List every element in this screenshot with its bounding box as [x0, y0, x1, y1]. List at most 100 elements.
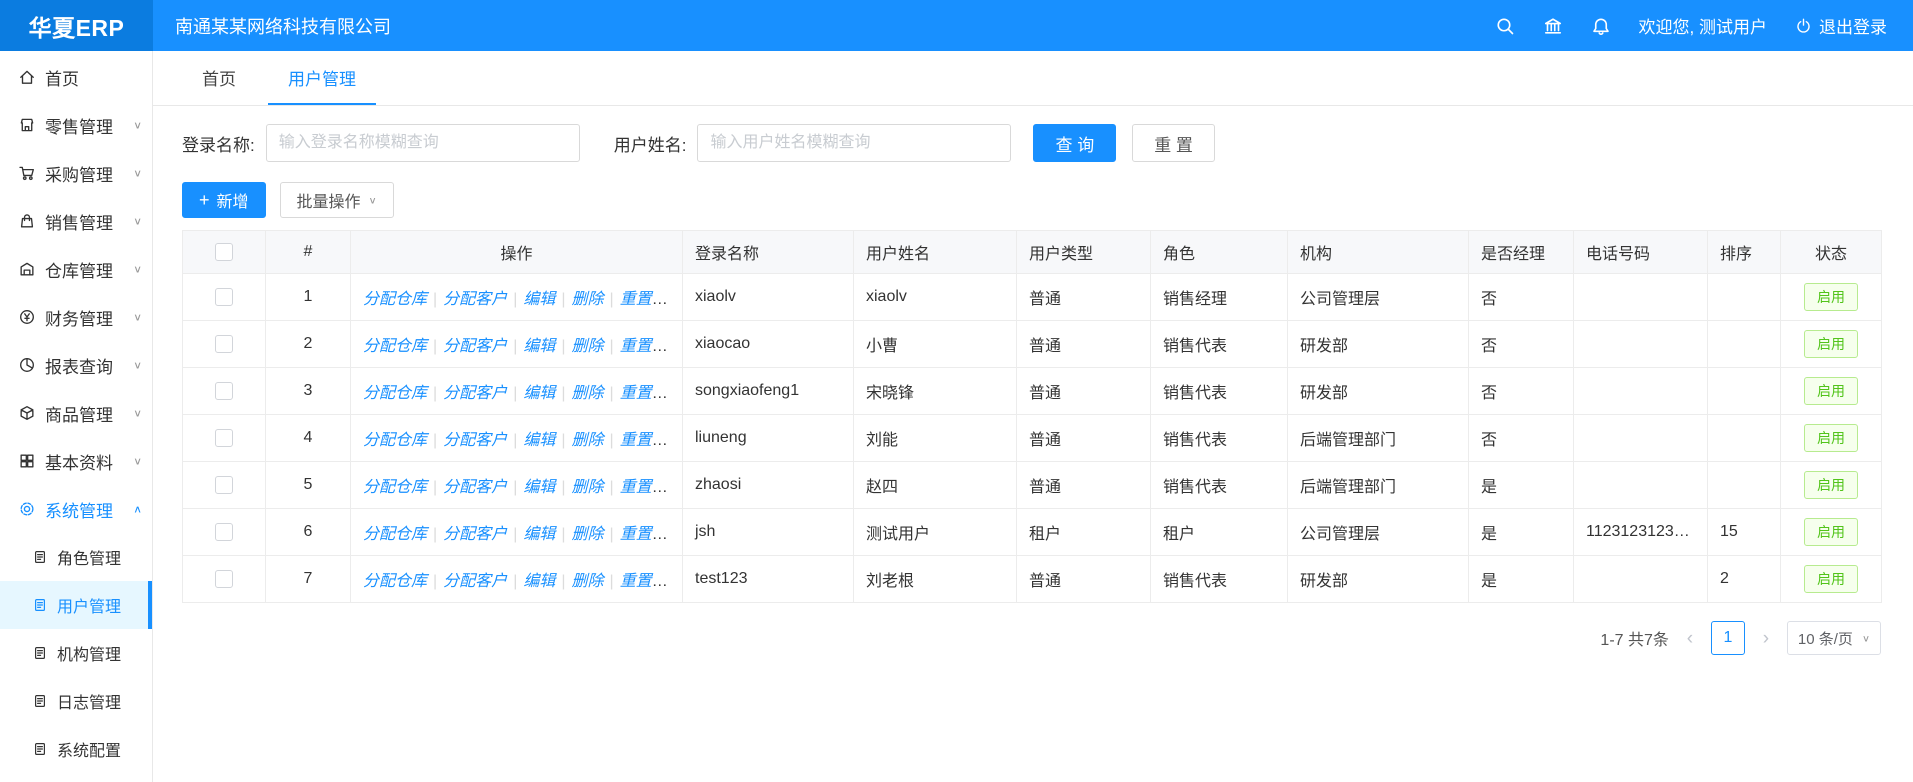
- edit-link[interactable]: 编辑: [523, 432, 555, 449]
- status-badge[interactable]: 启用: [1804, 424, 1858, 452]
- select-all-checkbox[interactable]: [215, 243, 233, 261]
- row-checkbox[interactable]: [215, 523, 233, 541]
- reset-button[interactable]: 重 置: [1132, 124, 1215, 162]
- reset-password-link[interactable]: 重置密码: [620, 573, 683, 590]
- user-name-input[interactable]: [697, 124, 1011, 162]
- page-size-select[interactable]: 10 条/页 ∨: [1787, 621, 1881, 655]
- warehouse-icon: [18, 260, 36, 278]
- add-button[interactable]: + 新增: [182, 182, 266, 218]
- sidebar-item-label: 零售管理: [45, 113, 113, 138]
- sales-icon: [18, 212, 36, 230]
- cell-role: 租户: [1151, 509, 1288, 556]
- assign-customer-link[interactable]: 分配客户: [443, 526, 507, 543]
- assign-warehouse-link[interactable]: 分配仓库: [363, 291, 427, 308]
- sidebar-item-purchase[interactable]: 采购管理∨: [0, 149, 152, 197]
- status-badge[interactable]: 启用: [1804, 518, 1858, 546]
- logout-button[interactable]: 退出登录: [1795, 13, 1887, 38]
- status-badge[interactable]: 启用: [1804, 471, 1858, 499]
- current-page-button[interactable]: 1: [1711, 621, 1745, 655]
- reset-password-link[interactable]: 重置密码: [620, 479, 683, 496]
- reset-password-link[interactable]: 重置密码: [620, 526, 683, 543]
- sidebar-item-warehouse[interactable]: 仓库管理∨: [0, 245, 152, 293]
- sidebar-item-sales[interactable]: 销售管理∨: [0, 197, 152, 245]
- delete-link[interactable]: 删除: [572, 338, 604, 355]
- assign-warehouse-link[interactable]: 分配仓库: [363, 385, 427, 402]
- status-badge[interactable]: 启用: [1804, 565, 1858, 593]
- edit-link[interactable]: 编辑: [523, 479, 555, 496]
- delete-link[interactable]: 删除: [572, 385, 604, 402]
- assign-customer-link[interactable]: 分配客户: [443, 479, 507, 496]
- prev-page-button[interactable]: ‹: [1679, 629, 1701, 648]
- reset-password-link[interactable]: 重置密码: [620, 385, 683, 402]
- assign-customer-link[interactable]: 分配客户: [443, 432, 507, 449]
- tab-user-management[interactable]: 用户管理: [268, 51, 376, 105]
- row-checkbox[interactable]: [215, 382, 233, 400]
- search-icon[interactable]: [1495, 16, 1515, 36]
- assign-warehouse-link[interactable]: 分配仓库: [363, 432, 427, 449]
- organization-icon[interactable]: [1543, 16, 1563, 36]
- app-logo[interactable]: 华夏ERP: [0, 0, 153, 51]
- edit-link[interactable]: 编辑: [523, 573, 555, 590]
- sidebar-item-system[interactable]: 系统管理∧: [0, 485, 152, 533]
- assign-warehouse-link[interactable]: 分配仓库: [363, 573, 427, 590]
- row-checkbox[interactable]: [215, 570, 233, 588]
- sidebar-item-retail[interactable]: 零售管理∨: [0, 101, 152, 149]
- table-row: 1分配仓库|分配客户|编辑|删除|重置密码xiaolvxiaolv普通销售经理公…: [183, 274, 1882, 321]
- row-checkbox[interactable]: [215, 476, 233, 494]
- cell-phone: [1574, 274, 1708, 321]
- delete-link[interactable]: 删除: [572, 526, 604, 543]
- delete-link[interactable]: 删除: [572, 479, 604, 496]
- finance-icon: [18, 308, 36, 326]
- op-separator: |: [513, 432, 517, 449]
- edit-link[interactable]: 编辑: [523, 338, 555, 355]
- assign-customer-link[interactable]: 分配客户: [443, 573, 507, 590]
- reset-password-link[interactable]: 重置密码: [620, 338, 683, 355]
- edit-link[interactable]: 编辑: [523, 385, 555, 402]
- row-checkbox[interactable]: [215, 429, 233, 447]
- cell-phone: [1574, 556, 1708, 603]
- delete-link[interactable]: 删除: [572, 573, 604, 590]
- reset-password-link[interactable]: 重置密码: [620, 291, 683, 308]
- query-button[interactable]: 查 询: [1033, 124, 1116, 162]
- cell-login-name: jsh: [683, 509, 854, 556]
- assign-warehouse-link[interactable]: 分配仓库: [363, 479, 427, 496]
- status-badge[interactable]: 启用: [1804, 283, 1858, 311]
- chevron-down-icon: ∨: [133, 407, 142, 419]
- assign-customer-link[interactable]: 分配客户: [443, 385, 507, 402]
- sidebar-item-finance[interactable]: 财务管理∨: [0, 293, 152, 341]
- bell-icon[interactable]: [1591, 16, 1611, 36]
- assign-customer-link[interactable]: 分配客户: [443, 338, 507, 355]
- table-row: 5分配仓库|分配客户|编辑|删除|重置密码zhaosi赵四普通销售代表后端管理部…: [183, 462, 1882, 509]
- sidebar-item-home[interactable]: 首页: [0, 53, 152, 101]
- status-badge[interactable]: 启用: [1804, 377, 1858, 405]
- delete-link[interactable]: 删除: [572, 291, 604, 308]
- next-page-button[interactable]: ›: [1755, 629, 1777, 648]
- assign-warehouse-link[interactable]: 分配仓库: [363, 338, 427, 355]
- sidebar-item-log-management[interactable]: 日志管理: [0, 677, 152, 725]
- reset-password-link[interactable]: 重置密码: [620, 432, 683, 449]
- row-checkbox[interactable]: [215, 335, 233, 353]
- batch-operations-button[interactable]: 批量操作 ∨: [280, 182, 394, 218]
- sidebar-item-role-management[interactable]: 角色管理: [0, 533, 152, 581]
- cell-organization: 后端管理部门: [1288, 415, 1469, 462]
- cell-user-type: 租户: [1017, 509, 1151, 556]
- sidebar-item-label: 财务管理: [45, 305, 113, 330]
- edit-link[interactable]: 编辑: [523, 526, 555, 543]
- sidebar-item-user-management[interactable]: 用户管理: [0, 581, 152, 629]
- cell-index: 3: [266, 368, 351, 415]
- delete-link[interactable]: 删除: [572, 432, 604, 449]
- sidebar-item-system-config[interactable]: 系统配置: [0, 725, 152, 773]
- tab-home[interactable]: 首页: [182, 51, 256, 105]
- assign-warehouse-link[interactable]: 分配仓库: [363, 526, 427, 543]
- status-badge[interactable]: 启用: [1804, 330, 1858, 358]
- goods-icon: [18, 404, 36, 422]
- column-header: 用户类型: [1017, 231, 1151, 274]
- assign-customer-link[interactable]: 分配客户: [443, 291, 507, 308]
- login-name-input[interactable]: [266, 124, 580, 162]
- sidebar-item-goods[interactable]: 商品管理∨: [0, 389, 152, 437]
- sidebar-item-basic[interactable]: 基本资料∨: [0, 437, 152, 485]
- row-checkbox[interactable]: [215, 288, 233, 306]
- edit-link[interactable]: 编辑: [523, 291, 555, 308]
- sidebar-item-org-management[interactable]: 机构管理: [0, 629, 152, 677]
- sidebar-item-report[interactable]: 报表查询∨: [0, 341, 152, 389]
